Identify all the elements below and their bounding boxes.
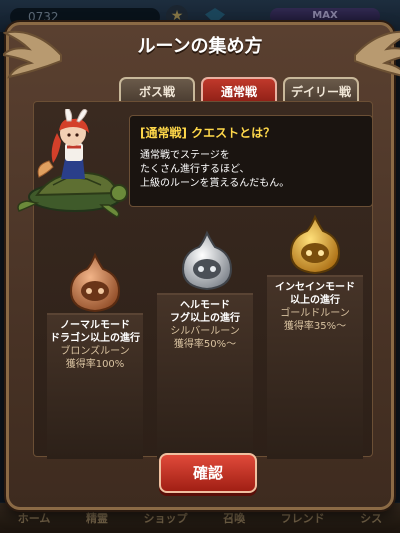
- tier-condition: フグ以上の進行: [170, 313, 240, 324]
- tier-normal-mode: ノーマルモード ドラゴン以上の進行 ブロンズルーン 獲得率100%: [47, 313, 143, 459]
- tier-mode: ノーマルモード: [60, 320, 130, 331]
- rune-guide-dialog: ルーンの集め方 ボス戦 通常戦 デイリー戦 [通常戦] クエストとは？ 通常戦で…: [3, 22, 400, 510]
- tab-boss-battle[interactable]: ボス戦: [119, 77, 195, 103]
- tab-normal-battle[interactable]: 通常戦: [201, 77, 277, 103]
- tier-rate: 獲得率50%～: [173, 339, 237, 350]
- silver-rune-icon: [181, 230, 233, 291]
- tier-rune: ブロンズルーン: [60, 346, 130, 357]
- tier-condition: ドラゴン以上の進行: [50, 333, 140, 344]
- tab-daily-battle[interactable]: デイリー戦: [283, 77, 359, 103]
- character-on-turtle-icon: [17, 109, 128, 218]
- info-box: [通常戦] クエストとは？ 通常戦でステージを たくさん進行するほど、 上級のル…: [129, 115, 373, 207]
- gold-rune-icon: [289, 214, 341, 275]
- tier-rate: 獲得率35%～: [283, 321, 347, 332]
- info-body: 通常戦でステージを たくさん進行するほど、 上級のルーンを貰えるんだもん。: [140, 149, 362, 191]
- dialog-title: ルーンの集め方: [137, 36, 263, 57]
- tier-rate: 獲得率100%: [65, 359, 125, 370]
- tier-rune: ゴールドルーン: [280, 308, 350, 319]
- confirm-button[interactable]: 確認: [159, 453, 257, 493]
- tier-insane-mode: インセインモード 以上の進行 ゴールドルーン 獲得率35%～: [267, 275, 363, 459]
- tier-rune: シルバールーン: [170, 326, 240, 337]
- tier-hell-mode: ヘルモード フグ以上の進行 シルバールーン 獲得率50%～: [157, 293, 253, 459]
- tier-condition: 以上の進行: [290, 295, 340, 306]
- info-line: たくさん進行するほど、: [140, 164, 250, 175]
- info-line: 通常戦でステージを: [140, 150, 230, 161]
- tier-mode: インセインモード: [275, 282, 355, 293]
- tier-mode: ヘルモード: [180, 300, 230, 311]
- bronze-rune-icon: [69, 252, 121, 313]
- info-line: 上級のルーンを貰えるんだもん。: [140, 178, 290, 189]
- info-title: [通常戦] クエストとは？: [140, 126, 276, 140]
